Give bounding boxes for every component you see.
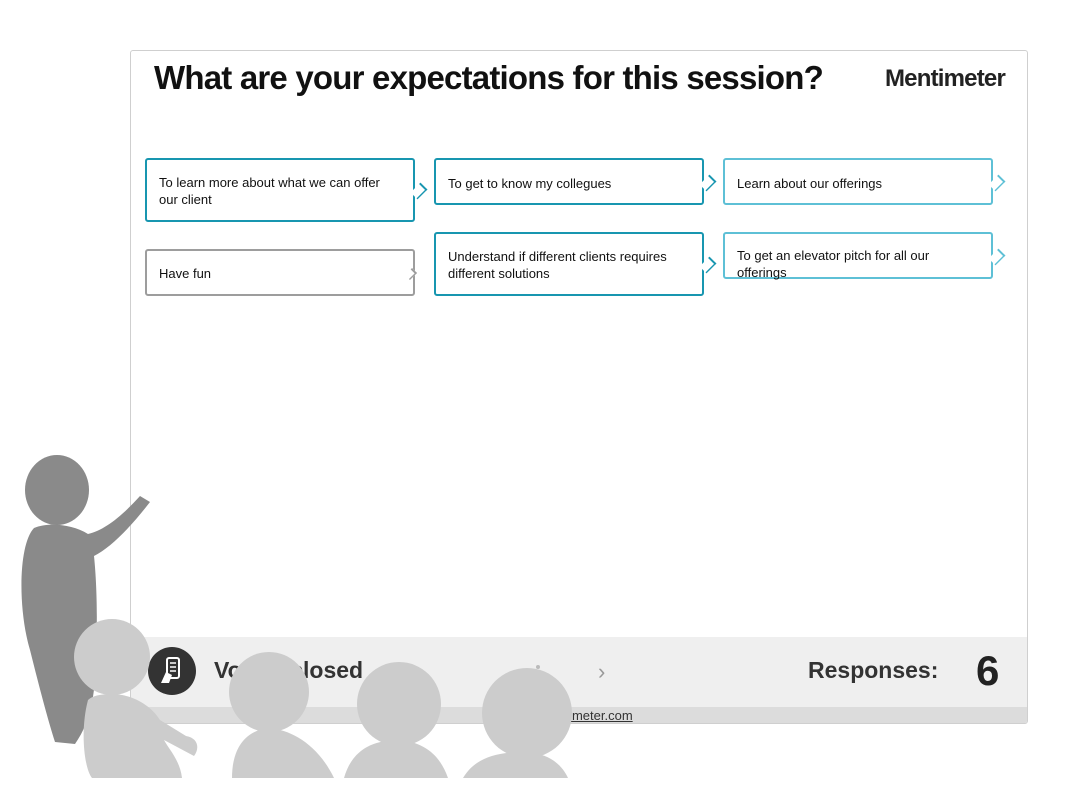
presentation-slide: What are your expectations for this sess… bbox=[130, 50, 1028, 724]
bubble-tail-icon bbox=[988, 174, 1006, 191]
question-title: What are your expectations for this sess… bbox=[154, 59, 824, 96]
response-bubble: Understand if different clients requires… bbox=[434, 232, 717, 296]
response-bubble: To learn more about what we can offer ou… bbox=[145, 158, 428, 222]
responses-count: 6 bbox=[976, 647, 1000, 694]
previous-slide-dot[interactable] bbox=[536, 665, 540, 669]
response-text: Have fun bbox=[159, 266, 212, 281]
bubble-tail-icon bbox=[699, 256, 717, 274]
response-text: To get to know my collegues bbox=[448, 176, 612, 191]
url-bar: entimeter.com bbox=[131, 707, 1027, 723]
response-bubble: To get an elevator pitch for all our off… bbox=[723, 232, 1006, 280]
bubble-tail-icon bbox=[410, 182, 428, 200]
mentimeter-logo: Mentimeter bbox=[884, 65, 1006, 92]
bubble-tail-icon bbox=[699, 174, 717, 191]
bubble-tail-icon bbox=[988, 248, 1006, 265]
voting-url-link[interactable]: entimeter.com bbox=[551, 708, 633, 723]
voting-status: Voting closed bbox=[214, 657, 364, 683]
slide-footer: Voting closed › Responses: 6 bbox=[131, 637, 1027, 707]
response-text: To get an elevator pitch for all our off… bbox=[737, 248, 930, 280]
phone-vote-icon bbox=[148, 647, 196, 695]
response-bubble: Learn about our offerings bbox=[723, 158, 1006, 205]
responses-label: Responses: bbox=[808, 657, 939, 683]
response-text: Understand if different clients requires… bbox=[448, 249, 667, 281]
response-text: Learn about our offerings bbox=[737, 176, 883, 191]
response-text: To learn more about what we can offer ou… bbox=[159, 175, 380, 207]
bubble-tail-icon bbox=[404, 267, 418, 280]
response-bubble: To get to know my collegues bbox=[434, 158, 717, 205]
response-bubble: Have fun bbox=[145, 249, 418, 296]
chevron-right-icon[interactable]: › bbox=[598, 659, 605, 685]
